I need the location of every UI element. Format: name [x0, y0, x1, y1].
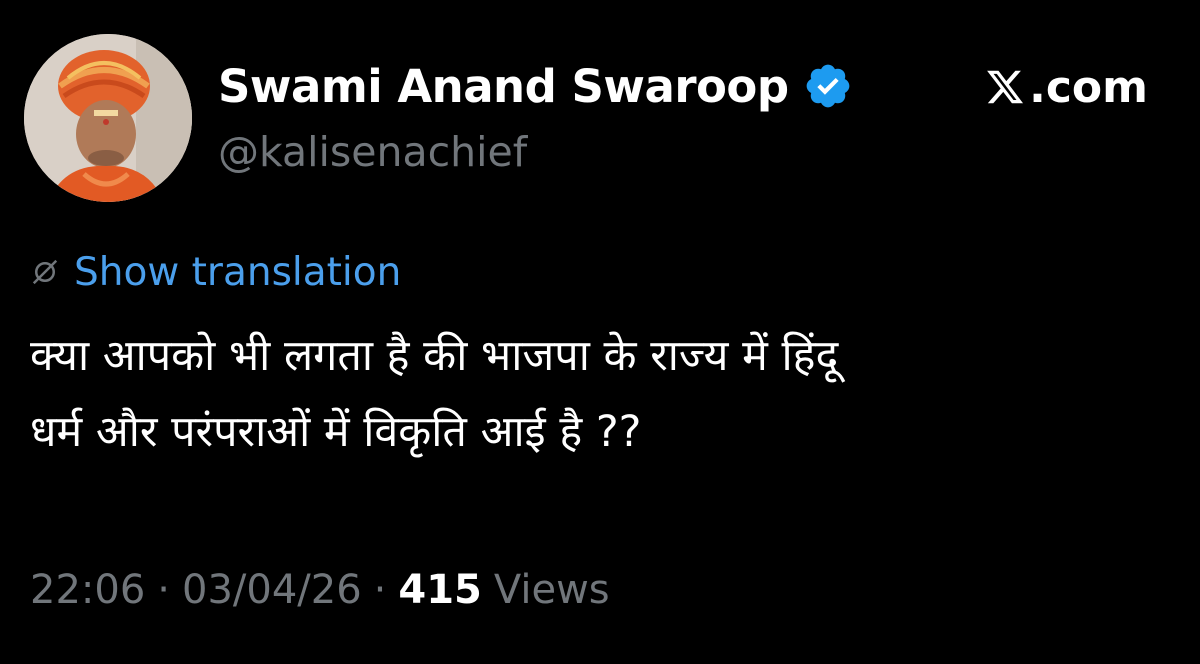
x-logo-icon [985, 67, 1025, 107]
tweet-meta: 22:06 · 03/04/26 · 415 Views [30, 562, 610, 618]
tweet-text: क्या आपको भी लगता है की भाजपा के राज्य म… [30, 318, 1170, 470]
tweet-card: Swami Anand Swaroop @kalisenachief .com … [0, 0, 1200, 664]
show-translation-link[interactable]: Show translation [74, 250, 401, 295]
tweet-time[interactable]: 22:06 [30, 567, 145, 613]
globe-icon [30, 257, 60, 287]
translate-row[interactable]: Show translation [30, 246, 401, 298]
meta-separator: · [157, 567, 170, 613]
site-label: .com [1029, 61, 1148, 113]
avatar-image [24, 34, 192, 202]
author-handle[interactable]: @kalisenachief [218, 128, 527, 176]
meta-separator: · [373, 567, 387, 613]
tweet-date[interactable]: 03/04/26 [182, 567, 362, 613]
views-count[interactable]: 415 [398, 567, 482, 613]
avatar[interactable] [24, 34, 192, 202]
tweet-text-line: क्या आपको भी लगता है की भाजपा के राज्य म… [30, 331, 839, 381]
verified-badge-icon [803, 61, 853, 111]
views-label: Views [493, 567, 610, 613]
site-mark: .com [985, 60, 1148, 114]
display-name-row: Swami Anand Swaroop [218, 56, 853, 116]
tweet-text-line: धर्म और परंपराओं में विकृति आई है ?? [30, 407, 642, 457]
display-name[interactable]: Swami Anand Swaroop [218, 60, 789, 113]
